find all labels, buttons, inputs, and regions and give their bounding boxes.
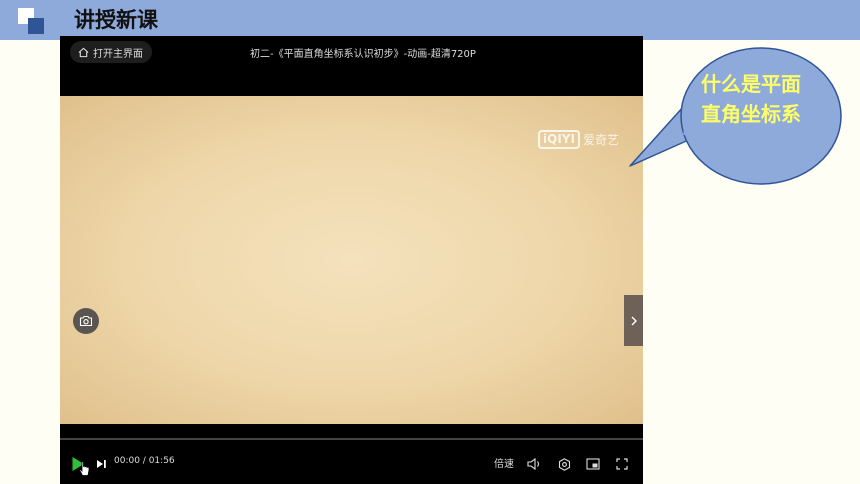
player-controls: 00:00 / 01:56 倍速: [60, 452, 643, 476]
time-separator: /: [139, 456, 149, 466]
open-home-button[interactable]: 打开主界面: [70, 41, 152, 63]
player-top-bar: 打开主界面 初二-《平面直角坐标系认识初步》-动画-超清720P: [60, 36, 643, 70]
slide-title: 讲授新课: [74, 8, 158, 32]
fullscreen-icon: [616, 458, 628, 470]
iqiyi-logo: iQIYI: [538, 130, 580, 149]
bubble-text: 什么是平面 直角坐标系: [661, 69, 841, 129]
settings-button[interactable]: [556, 456, 572, 472]
side-panel-toggle[interactable]: [624, 295, 643, 346]
picture-in-picture-button[interactable]: [585, 456, 601, 472]
picture-in-picture-icon: [586, 458, 600, 470]
time-display: 00:00 / 01:56: [114, 456, 175, 466]
slide-logo-icon: [18, 8, 44, 34]
duration: 01:56: [148, 456, 175, 466]
video-player[interactable]: 打开主界面 初二-《平面直角坐标系认识初步》-动画-超清720P iQIYI 爱…: [60, 36, 643, 484]
home-icon: [78, 47, 89, 57]
progress-bar[interactable]: [60, 438, 643, 440]
screenshot-button[interactable]: [73, 308, 99, 334]
bubble-line-1: 什么是平面: [701, 72, 801, 96]
bubble-line-2: 直角坐标系: [701, 102, 801, 126]
volume-icon: [526, 458, 539, 470]
iqiyi-watermark: iQIYI 爱奇艺: [538, 130, 619, 149]
settings-icon: [558, 457, 570, 471]
fullscreen-button[interactable]: [614, 456, 630, 472]
playback-speed-button[interactable]: 倍速: [494, 455, 514, 470]
watermark-text: 爱奇艺: [582, 133, 619, 147]
camera-icon: [79, 315, 93, 327]
next-button[interactable]: [95, 457, 107, 471]
chevron-right-icon: [631, 316, 637, 325]
video-frame[interactable]: iQIYI 爱奇艺: [60, 96, 643, 424]
current-time: 00:00: [114, 456, 140, 466]
volume-button[interactable]: [526, 456, 542, 472]
cursor-icon: [79, 461, 90, 476]
next-icon: [96, 460, 106, 468]
open-home-label: 打开主界面: [93, 48, 143, 60]
video-title: 初二-《平面直角坐标系认识初步》-动画-超清720P: [250, 49, 476, 60]
